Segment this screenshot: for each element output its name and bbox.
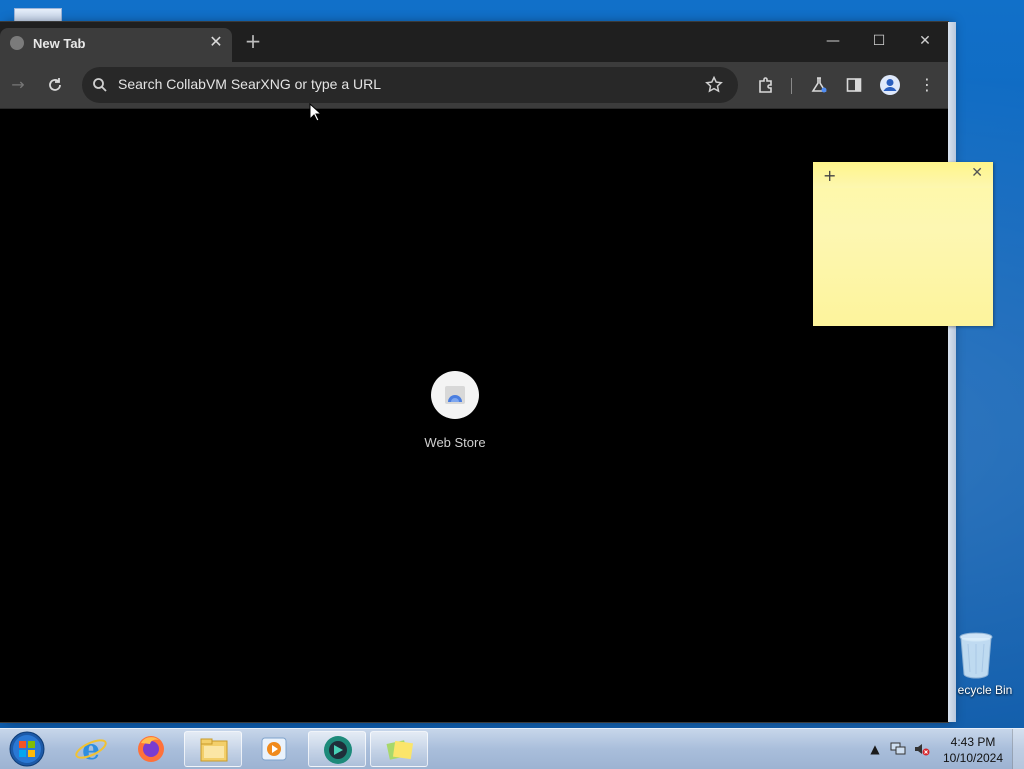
sticky-note-titlebar: + ✕ [813, 162, 993, 188]
firefox-icon [138, 736, 164, 762]
side-panel-icon[interactable] [842, 73, 866, 97]
show-desktop-button[interactable] [1012, 729, 1024, 769]
shortcut-label: Web Store [424, 435, 486, 450]
address-bar-placeholder: Search CollabVM SearXNG or type a URL [118, 76, 381, 92]
sticky-notes-icon [386, 740, 414, 760]
taskbar-sticky-notes[interactable] [370, 731, 428, 767]
forward-arrow-icon[interactable]: → [6, 73, 30, 97]
browser-toolbar: → Search CollabVM SearXNG or type a URL [0, 62, 948, 109]
start-button-icon[interactable] [6, 730, 48, 768]
bookmark-star-icon[interactable] [704, 75, 724, 95]
show-hidden-icons-icon[interactable]: ▲ [867, 741, 883, 757]
mouse-cursor-icon [309, 103, 323, 122]
shortcut-icon-circle [431, 371, 479, 419]
network-icon[interactable] [890, 741, 906, 757]
taskbar-media-player[interactable] [245, 731, 303, 767]
file-explorer-icon [200, 738, 228, 762]
sticky-note[interactable]: + ✕ [813, 162, 993, 326]
taskbar: e ▲ 4:43 PM 10/10/2024 [0, 728, 1024, 769]
toolbar-divider [791, 78, 792, 94]
close-tab-icon[interactable]: ✕ [206, 32, 226, 52]
recycle-bin-icon [959, 632, 993, 679]
address-bar[interactable]: Search CollabVM SearXNG or type a URL [82, 67, 738, 103]
volume-muted-icon[interactable] [914, 741, 930, 757]
extensions-puzzle-icon[interactable] [754, 73, 778, 97]
close-note-icon[interactable]: ✕ [971, 165, 983, 181]
add-note-icon[interactable]: + [823, 166, 836, 185]
maximize-button[interactable]: ☐ [856, 28, 902, 54]
chrome-web-store-icon [445, 386, 465, 404]
close-window-button[interactable]: ✕ [902, 28, 948, 54]
globe-icon [10, 36, 24, 50]
tab-new-tab[interactable]: New Tab ✕ [0, 28, 232, 62]
browser-window: New Tab ✕ + — ☐ ✕ → Search CollabVM Sear… [0, 22, 948, 722]
recycle-bin-label: ecycle Bin [957, 683, 1013, 697]
profile-avatar-icon[interactable] [878, 73, 902, 97]
system-clock[interactable]: 4:43 PM 10/10/2024 [940, 734, 1006, 766]
labs-flask-icon[interactable] [807, 73, 831, 97]
taskbar-file-explorer[interactable] [184, 731, 242, 767]
tab-strip: New Tab ✕ + — ☐ ✕ [0, 22, 948, 62]
media-player-icon [261, 737, 287, 761]
recycle-bin[interactable]: ecycle Bin [946, 630, 1024, 702]
new-tab-button[interactable]: + [242, 30, 264, 52]
svg-text:e: e [82, 733, 100, 766]
taskbar-browser[interactable] [308, 731, 366, 767]
clock-date: 10/10/2024 [942, 751, 1004, 765]
internet-explorer-icon: e [75, 733, 107, 766]
window-edge [948, 22, 956, 722]
taskbar-internet-explorer[interactable]: e [62, 731, 120, 767]
clock-time: 4:43 PM [950, 735, 996, 749]
taskbar-firefox[interactable] [122, 731, 180, 767]
tab-title: New Tab [33, 36, 86, 51]
new-tab-page: Web Store [0, 109, 948, 722]
menu-kebab-icon[interactable]: ⋮ [915, 73, 939, 97]
reload-icon[interactable] [43, 73, 67, 97]
search-icon [93, 78, 107, 92]
minimize-button[interactable]: — [810, 28, 856, 54]
chrome-style-browser-icon [324, 736, 352, 764]
shortcut-web-store[interactable]: Web Store [415, 371, 495, 451]
